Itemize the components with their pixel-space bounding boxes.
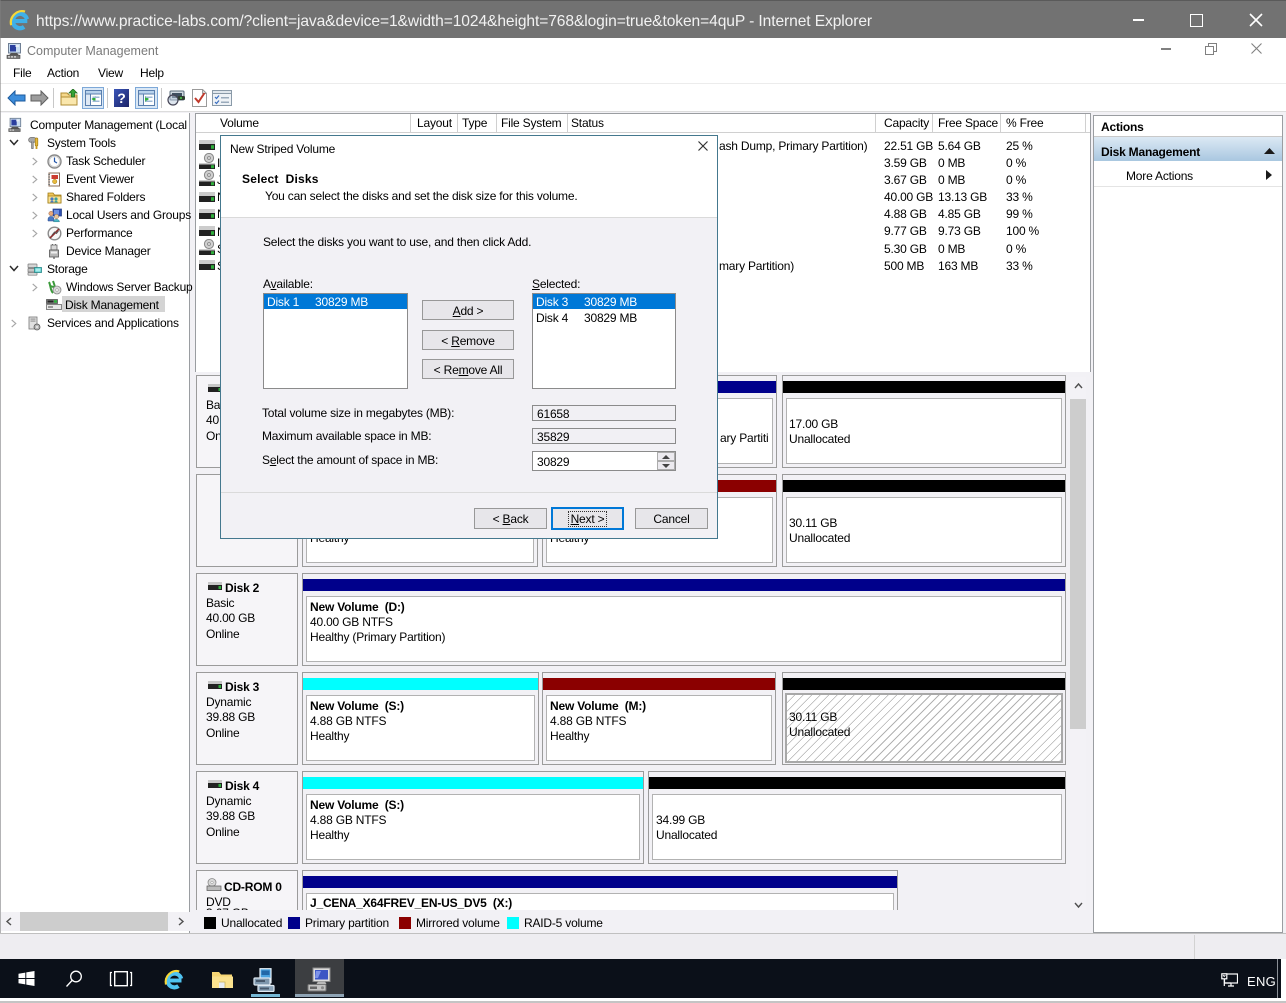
- svg-text:?: ?: [117, 90, 126, 106]
